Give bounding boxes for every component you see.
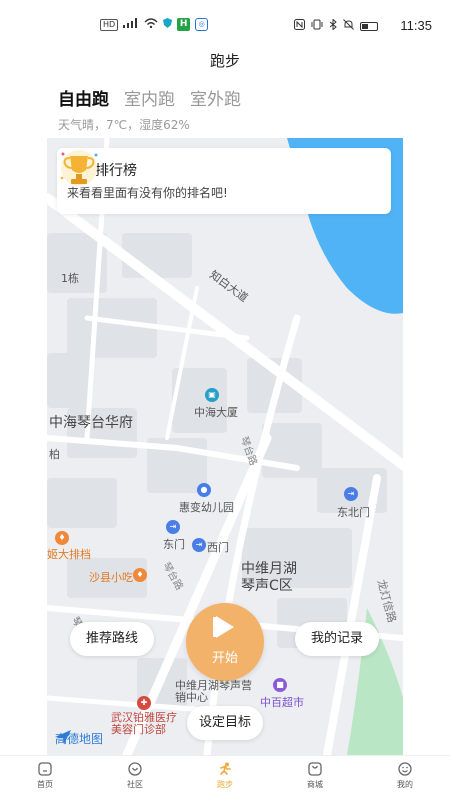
nav-run-label: 跑步: [217, 780, 233, 789]
weather-info: 天气晴，7℃，湿度62%: [58, 118, 190, 132]
home-icon: [38, 762, 52, 776]
map-label-zhonghai-tower: 中海大厦: [194, 406, 238, 419]
nav-community[interactable]: 社区: [90, 756, 180, 800]
hd-icon: HD: [100, 18, 119, 31]
map-label-bonya: 武汉铂雅医疗美容门诊部: [111, 711, 177, 736]
amap-logo-icon: [55, 730, 71, 744]
status-bar: HD H ◎ 11:35: [0, 0, 450, 40]
map-label-zhongbai: 中百超市: [260, 696, 304, 709]
map-label-bai: 柏: [49, 448, 60, 461]
run-mode-tabs: 自由跑 室内跑 室外跑: [58, 85, 241, 110]
mute-icon: [343, 19, 354, 33]
school-poi-icon: ●: [197, 483, 211, 497]
map-label-zhonghai-qintai: 中海琴台华府: [49, 415, 133, 431]
run-icon: [220, 762, 231, 775]
status-right-icons: [294, 18, 378, 33]
snack-poi-icon: ♦: [133, 568, 147, 582]
bluetooth-icon: [329, 18, 337, 33]
building-poi-icon: ▣: [205, 388, 219, 402]
set-goal-button[interactable]: 设定目标: [187, 706, 263, 740]
tab-indoor-run[interactable]: 室内跑: [124, 85, 175, 110]
map-label-sales-center: 中维月湖琴声营销中心: [175, 679, 252, 704]
nav-home[interactable]: 首页: [0, 756, 90, 800]
bottom-navigation: 首页 社区 跑步 商城 我的: [0, 755, 450, 800]
my-records-button[interactable]: 我的记录: [295, 622, 379, 656]
supermarket-poi-icon: ■: [273, 678, 287, 692]
signal-icon: [123, 18, 139, 31]
hospital-poi-icon: ✚: [137, 696, 151, 710]
tab-free-run[interactable]: 自由跑: [58, 85, 109, 110]
nav-run[interactable]: 跑步: [180, 756, 270, 800]
status-time: 11:35: [400, 18, 432, 33]
map-label-shaxian: 沙县小吃: [89, 571, 133, 584]
amap-logo: 高德地图: [55, 730, 103, 747]
map-label-west-gate: 西门: [207, 541, 229, 554]
shop-icon: [308, 762, 322, 776]
trophy-icon: [60, 150, 98, 186]
map-label-kindergarten: 惠变幼儿园: [179, 501, 234, 514]
nav-community-label: 社区: [127, 780, 143, 789]
nav-shop-label: 商城: [307, 780, 323, 789]
vibrate-icon: [311, 19, 323, 33]
start-run-button[interactable]: 开始: [186, 603, 264, 681]
status-left-icons: HD H ◎: [100, 18, 209, 31]
nfc-icon: [294, 19, 305, 33]
profile-icon: [398, 762, 412, 776]
map-label-building: 1栋: [61, 272, 79, 285]
map-label-ji-da-pai-dang: 姬大排档: [47, 548, 91, 561]
tab-outdoor-run[interactable]: 室外跑: [190, 85, 241, 110]
battery-icon: [360, 21, 378, 31]
gate-poi-icon: ⇥: [192, 538, 206, 552]
map-label-qinsheng-c: 琴声C区: [241, 578, 293, 594]
map-label-east-gate: 东门: [163, 538, 185, 551]
recommend-route-button[interactable]: 推荐路线: [70, 622, 154, 656]
gate-poi-icon: ⇥: [166, 520, 180, 534]
page-title: 跑步: [209, 52, 240, 70]
nav-shop[interactable]: 商城: [270, 756, 360, 800]
start-label: 开始: [211, 651, 238, 666]
nav-profile-label: 我的: [397, 780, 413, 789]
gate-poi-icon: ⇥: [344, 487, 358, 501]
restaurant-poi-icon: ♦: [55, 531, 69, 545]
green-app-icon: H: [177, 18, 191, 31]
local-leaderboard-card[interactable]: 本地排行榜 来看看里面有没有你的排名吧!: [57, 148, 391, 214]
nav-home-label: 首页: [37, 780, 53, 789]
map-label-north-east-gate: 东北门: [337, 506, 370, 519]
blue-app-icon: ◎: [195, 18, 209, 31]
nav-profile[interactable]: 我的: [360, 756, 450, 800]
shield-icon: [163, 18, 173, 31]
wifi-icon: [144, 18, 158, 31]
community-icon: [128, 762, 142, 776]
